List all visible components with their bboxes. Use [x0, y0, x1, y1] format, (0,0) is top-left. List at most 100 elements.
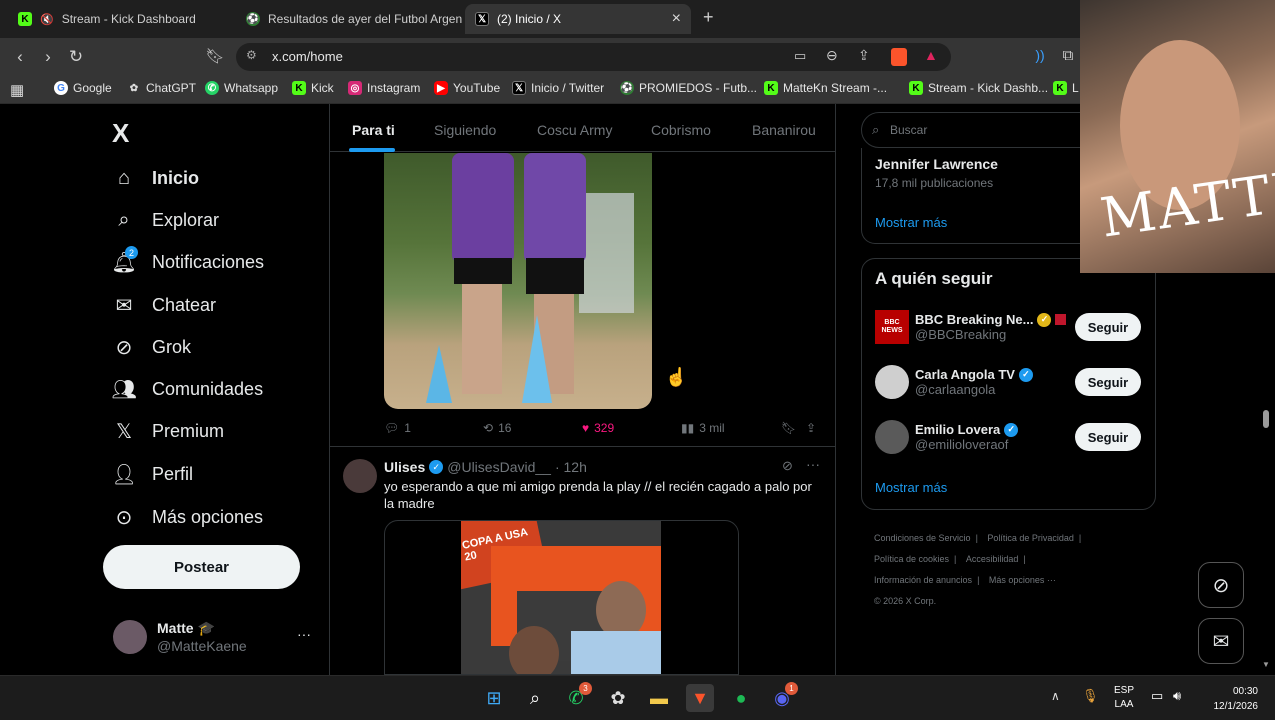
tab-siguiendo[interactable]: Siguiendo [434, 122, 496, 138]
mute-icon[interactable]: 🔇 [40, 13, 54, 26]
reload-icon[interactable]: ↻ [66, 47, 86, 67]
account-handle[interactable]: @MatteKaene [157, 638, 247, 654]
nav-chatear[interactable]: ✉ Chatear [112, 293, 216, 317]
tab-coscu-army[interactable]: Coscu Army [537, 122, 612, 138]
bookmark-twitter[interactable]: 𝕏 Inicio / Twitter [512, 81, 604, 95]
forward-icon[interactable]: › [38, 47, 58, 67]
footer-link[interactable]: Información de anuncios [874, 575, 972, 585]
trend-name[interactable]: Jennifer Lawrence [875, 156, 998, 172]
author-handle[interactable]: @UlisesDavid__ [447, 459, 551, 475]
tab-kick-dashboard[interactable]: K 🔇 Stream - Kick Dashboard [8, 4, 233, 34]
bookmark-more[interactable]: KL [1053, 81, 1079, 95]
account-more-icon[interactable]: ··· [297, 626, 311, 642]
discord-icon[interactable]: ◉ 1 [768, 682, 798, 712]
footer-link[interactable]: Política de Privacidad [987, 533, 1074, 543]
network-icon[interactable]: ▭ [1151, 688, 1163, 704]
brave-shields-icon[interactable] [891, 48, 907, 66]
bookmark-chatgpt[interactable]: ✿ ChatGPT [127, 81, 196, 95]
avatar[interactable] [343, 459, 377, 493]
zoom-icon[interactable]: ⊖ [826, 47, 838, 64]
bookmark-post-icon[interactable]: 🔖︎ [781, 421, 796, 435]
leo-ai-icon[interactable]: )) [1030, 47, 1050, 63]
author-name[interactable]: Ulises [384, 459, 425, 475]
nav-grok[interactable]: ⊘ Grok [112, 335, 191, 359]
footer-link[interactable]: Política de cookies [874, 554, 949, 564]
follow-suggestion[interactable]: Carla Angola TV ✓ @carlaangola [875, 365, 1033, 399]
show-more-link[interactable]: Mostrar más [875, 480, 947, 495]
footer-link[interactable]: Accesibilidad [966, 554, 1019, 564]
nav-notificaciones[interactable]: 🔔︎ 2 Notificaciones [111, 246, 264, 274]
microphone-icon[interactable]: 🎙︎ [1082, 688, 1099, 704]
nav-comunidades[interactable]: 👥︎ Comunidades [111, 377, 263, 401]
apps-grid-icon[interactable]: ▦ [10, 81, 24, 99]
nav-explorar[interactable]: ⌕ Explorar [112, 208, 219, 232]
brave-rewards-icon[interactable]: ▲ [924, 47, 938, 63]
reply-button[interactable]: 💬︎ 1 [384, 421, 411, 435]
scroll-down-icon[interactable]: ▼ [1262, 660, 1270, 669]
tab-x-home[interactable]: 𝕏 (2) Inicio / X × [465, 4, 691, 34]
volume-icon[interactable]: 🔊︎ [1173, 688, 1181, 704]
footer-link[interactable]: Más opciones ··· [989, 575, 1056, 585]
bookmark-mattekn-stream[interactable]: K MatteKn Stream -... [764, 81, 887, 95]
follow-button[interactable]: Seguir [1075, 313, 1141, 341]
account-name[interactable]: Matte 🎓 [157, 620, 215, 637]
share-icon[interactable]: ⇪ [858, 47, 870, 64]
tab-cobrismo[interactable]: Cobrismo [651, 122, 711, 138]
scrollbar-thumb[interactable] [1263, 410, 1269, 428]
repost-button[interactable]: ⟲ 16 [483, 421, 511, 435]
follow-button[interactable]: Seguir [1075, 368, 1141, 396]
x-logo[interactable]: X [112, 118, 129, 149]
address-bar[interactable]: ⚙ x.com/home ▭ ⊖ ⇪ ▲ [236, 43, 951, 71]
post-button[interactable]: Postear [103, 545, 300, 589]
more-icon[interactable]: ··· [806, 456, 820, 472]
whatsapp-icon[interactable]: ✆ 3 [562, 682, 592, 712]
clock[interactable]: 00:30 12/1/2026 [1204, 684, 1259, 714]
cast-icon[interactable]: ▭ [794, 48, 806, 64]
follow-suggestion[interactable]: Emilio Lovera ✓ @emilioloveraof [875, 420, 1019, 454]
avatar[interactable] [113, 620, 147, 654]
windows-start-icon[interactable]: ⊞ [480, 684, 508, 712]
tab-promiedos[interactable]: ⚽ Resultados de ayer del Futbol Argent [236, 4, 462, 34]
back-icon[interactable]: ‹ [10, 47, 30, 67]
bookmark-kick-dashboard[interactable]: K Stream - Kick Dashb... [909, 81, 1048, 95]
bookmark-youtube[interactable]: ▶ YouTube [434, 81, 500, 95]
follow-button[interactable]: Seguir [1075, 423, 1141, 451]
nav-premium[interactable]: 𝕏 Premium [112, 419, 224, 443]
post-video[interactable]: COPA A USA 20 [384, 520, 739, 675]
site-settings-icon[interactable]: ⚙ [246, 48, 257, 62]
tab-bananirou[interactable]: Bananirou [752, 122, 816, 138]
bookmark-promiedos[interactable]: ⚽ PROMIEDOS - Futb... [620, 81, 757, 95]
post-image-training[interactable] [384, 153, 652, 409]
show-more-link[interactable]: Mostrar más [875, 215, 947, 230]
views-button[interactable]: ▮▮ 3 mil [681, 421, 725, 435]
brave-icon[interactable]: ▼ [686, 684, 714, 712]
grok-float-icon[interactable]: ⊘ [1198, 562, 1244, 608]
search-icon[interactable]: ⌕ [521, 684, 549, 712]
share-post-icon[interactable]: ⇪ [806, 421, 816, 435]
new-tab-button[interactable]: + [703, 7, 714, 28]
url-text[interactable]: x.com/home [272, 49, 343, 64]
file-explorer-icon[interactable]: ▬ [645, 684, 673, 712]
footer-link[interactable]: Condiciones de Servicio [874, 533, 971, 543]
nav-inicio[interactable]: ⌂ Inicio [112, 166, 199, 190]
chatgpt-icon[interactable]: ✿ [604, 684, 632, 712]
spotify-icon[interactable]: ● [727, 684, 755, 712]
bookmark-icon[interactable]: 🔖︎ [205, 47, 225, 65]
tab-title: Stream - Kick Dashboard [61, 12, 196, 26]
follow-suggestion[interactable]: BBC NEWS BBC Breaking Ne... ✓ @BBCBreaking [875, 310, 1067, 344]
extensions-icon[interactable]: ⧉ [1058, 47, 1078, 64]
bookmark-google[interactable]: G Google [54, 81, 112, 95]
like-button[interactable]: ♥ 329 [582, 421, 614, 435]
grok-icon[interactable]: ⊘ [782, 458, 793, 474]
messages-float-icon[interactable]: ✉ [1198, 618, 1244, 664]
tab-para-ti[interactable]: Para ti [352, 122, 395, 138]
chevron-up-icon[interactable]: ∧ [1051, 689, 1060, 703]
nav-perfil[interactable]: 👤︎ Perfil [111, 462, 193, 486]
close-icon[interactable]: × [672, 10, 681, 28]
bookmark-instagram[interactable]: ◎ Instagram [348, 81, 420, 95]
post-time[interactable]: · 12h [555, 459, 587, 475]
nav-mas-opciones[interactable]: ⊙ Más opciones [112, 505, 263, 529]
language-indicator[interactable]: ESP LAA [1114, 684, 1134, 712]
bookmark-whatsapp[interactable]: ✆ Whatsapp [205, 81, 278, 95]
bookmark-kick[interactable]: K Kick [292, 81, 334, 95]
